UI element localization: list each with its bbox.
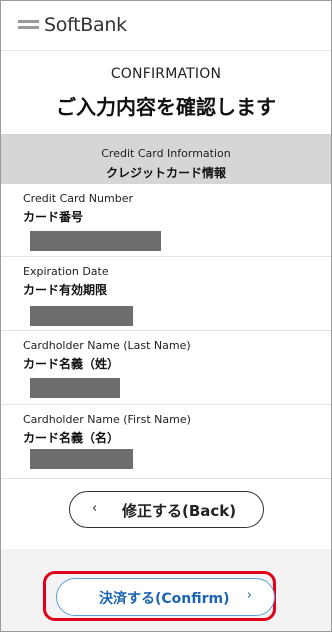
confirm-button-label: 決済する(Confirm)	[99, 591, 230, 607]
field-cardholder-last-name: Cardholder Name (Last Name) カード名義（姓）	[1, 331, 331, 405]
back-button-area: ‹ 修正する(Back)	[1, 479, 331, 549]
field-label-ja: カード名義（姓）	[23, 357, 120, 371]
softbank-logo-icon	[18, 20, 39, 34]
field-label-en: Credit Card Number	[23, 192, 133, 205]
field-card-number: Credit Card Number カード番号	[1, 184, 331, 257]
page-title-area: CONFIRMATION ご入力内容を確認します	[1, 51, 331, 134]
section-title-en: Credit Card Information	[101, 147, 231, 160]
chevron-left-icon: ‹	[92, 501, 98, 516]
field-label-ja: カード名義（名）	[23, 431, 120, 445]
masked-value	[30, 231, 161, 251]
field-label-en: Cardholder Name (Last Name)	[23, 339, 191, 352]
field-label-ja: カード番号	[23, 210, 84, 224]
masked-value	[30, 378, 120, 398]
masked-value	[30, 306, 133, 326]
brand-logo-text: SoftBank	[44, 14, 127, 36]
masked-value	[30, 449, 133, 469]
page-title-en: CONFIRMATION	[110, 66, 222, 82]
section-title-ja: クレジットカード情報	[105, 166, 226, 180]
section-header: Credit Card Information クレジットカード情報	[1, 134, 331, 184]
field-expiration-date: Expiration Date カード有効期限	[1, 257, 331, 331]
back-button-label: 修正する(Back)	[122, 502, 237, 520]
page-title-ja: ご入力内容を確認します	[56, 95, 276, 119]
back-button[interactable]: ‹ 修正する(Back)	[69, 491, 264, 528]
field-cardholder-first-name: Cardholder Name (First Name) カード名義（名）	[1, 405, 331, 479]
field-label-ja: カード有効期限	[23, 283, 108, 297]
header-bar: SoftBank	[1, 1, 331, 50]
field-label-en: Expiration Date	[23, 265, 109, 278]
confirm-button[interactable]: 決済する(Confirm) ›	[56, 578, 275, 616]
field-label-en: Cardholder Name (First Name)	[23, 413, 191, 426]
chevron-right-icon: ›	[246, 588, 252, 603]
